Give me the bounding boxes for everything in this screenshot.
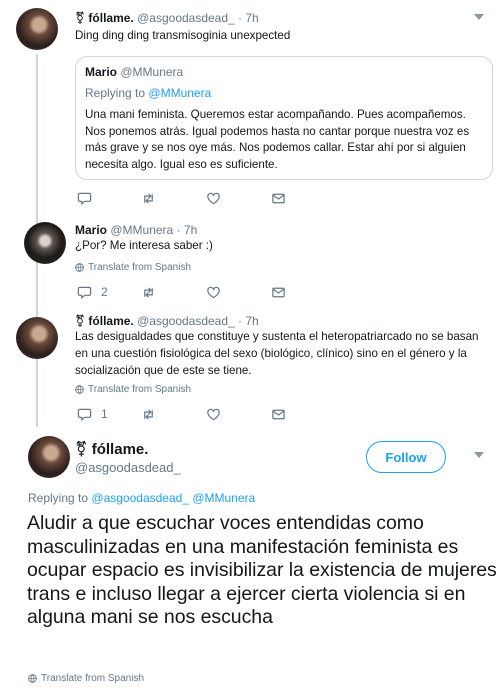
translate-label: Translate from Spanish <box>41 673 145 684</box>
replying-prefix: Replying to <box>28 491 89 505</box>
retweet-icon <box>144 409 153 419</box>
replying-to: Replying to @asgoodasdead_ @MMunera <box>28 491 255 505</box>
avatar[interactable] <box>16 317 58 359</box>
retweet-icon <box>144 193 153 203</box>
message-icon <box>272 193 285 203</box>
display-name[interactable]: fóllame. <box>88 11 133 25</box>
tweet-text: Ding ding ding transmisoginia unexpected <box>75 29 291 42</box>
tweet-header: ⚧ fóllame. @asgoodasdead_ · 7h <box>75 314 259 328</box>
replying-link[interactable]: @MMunera <box>148 86 211 100</box>
translate-link[interactable]: Translate from Spanish <box>28 673 144 684</box>
tweet-actions: 1 <box>75 406 315 422</box>
display-name[interactable]: ⚧ fóllame. <box>75 440 148 458</box>
timestamp[interactable]: · 7h <box>238 314 259 328</box>
symbol: ⚧ <box>75 314 86 328</box>
tweet-text: Las desigualdades que constituye y suste… <box>75 330 479 377</box>
quote-text: Una mani feminista. Queremos estar acomp… <box>85 108 470 171</box>
reply-button[interactable]: 1 <box>77 406 108 422</box>
retweet-button[interactable] <box>141 190 156 206</box>
avatar[interactable] <box>24 222 66 264</box>
replying-links[interactable]: @asgoodasdead_ @MMunera <box>91 491 255 505</box>
avatar[interactable] <box>28 436 70 478</box>
reply-button[interactable] <box>77 190 92 206</box>
like-button[interactable] <box>206 406 221 422</box>
message-icon <box>272 409 285 419</box>
translate-link[interactable]: Translate from Spanish <box>75 384 191 395</box>
quote-replying-to: Replying to @MMunera <box>85 86 483 100</box>
display-name[interactable]: fóllame. <box>88 314 133 328</box>
like-icon <box>207 192 220 204</box>
caret-down-icon[interactable] <box>474 14 484 20</box>
translate-label: Translate from Spanish <box>88 262 192 273</box>
reply-icon <box>77 286 92 298</box>
retweet-button[interactable] <box>141 284 156 300</box>
tweet-actions <box>75 190 315 206</box>
globe-icon <box>28 674 37 683</box>
message-button[interactable] <box>271 406 286 422</box>
main-tweet-text: Aludir a que escuchar voces entendidas c… <box>27 512 497 629</box>
avatar[interactable] <box>16 8 58 50</box>
replying-prefix: Replying to <box>85 86 146 100</box>
timestamp[interactable]: · 7h <box>177 223 198 237</box>
message-icon <box>272 287 285 297</box>
display-name[interactable]: Mario <box>75 223 107 237</box>
message-button[interactable] <box>271 284 286 300</box>
tweet-actions: 2 <box>75 284 315 300</box>
user-handle[interactable]: @asgoodasdead_ <box>75 460 181 475</box>
quoted-tweet[interactable]: Mario @MMunera Replying to @MMunera Una … <box>75 56 493 180</box>
reply-button[interactable]: 2 <box>77 284 108 300</box>
translate-link[interactable]: Translate from Spanish <box>75 262 191 273</box>
retweet-button[interactable] <box>141 406 156 422</box>
message-button[interactable] <box>271 190 286 206</box>
like-button[interactable] <box>206 284 221 300</box>
like-icon <box>207 408 220 420</box>
tweet-2[interactable]: Mario @MMunera · 7h ¿Por? Me interesa sa… <box>0 212 504 311</box>
tweet-1[interactable]: ⚧ fóllame. @asgoodasdead_ · 7h Ding ding… <box>0 0 504 212</box>
user-handle[interactable]: @MMunera <box>110 223 173 237</box>
tweet-header: ⚧ fóllame. @asgoodasdead_ · 7h <box>75 11 259 25</box>
quote-handle: @MMunera <box>120 65 184 79</box>
tweet-3[interactable]: ⚧ fóllame. @asgoodasdead_ · 7h Las desig… <box>0 311 504 430</box>
globe-icon <box>75 263 84 272</box>
reply-icon <box>77 408 92 420</box>
user-handle[interactable]: @asgoodasdead_ <box>137 314 235 328</box>
like-icon <box>207 286 220 298</box>
reply-count: 1 <box>101 407 108 421</box>
tweet-header: Mario @MMunera · 7h <box>75 223 197 237</box>
like-button[interactable] <box>206 190 221 206</box>
follow-button[interactable]: Follow <box>366 441 446 473</box>
tweet-text: ¿Por? Me interesa saber :) <box>75 239 213 252</box>
reply-count: 2 <box>101 285 108 299</box>
quote-header: Mario @MMunera <box>85 65 483 79</box>
retweet-icon <box>144 287 153 297</box>
reply-icon <box>77 192 92 204</box>
caret-down-icon[interactable] <box>474 452 484 458</box>
translate-label: Translate from Spanish <box>88 384 192 395</box>
globe-icon <box>75 385 84 394</box>
quote-display-name: Mario <box>85 65 118 79</box>
user-handle[interactable]: @asgoodasdead_ <box>137 11 235 25</box>
symbol: ⚧ <box>75 11 86 25</box>
timestamp[interactable]: · 7h <box>238 11 259 25</box>
